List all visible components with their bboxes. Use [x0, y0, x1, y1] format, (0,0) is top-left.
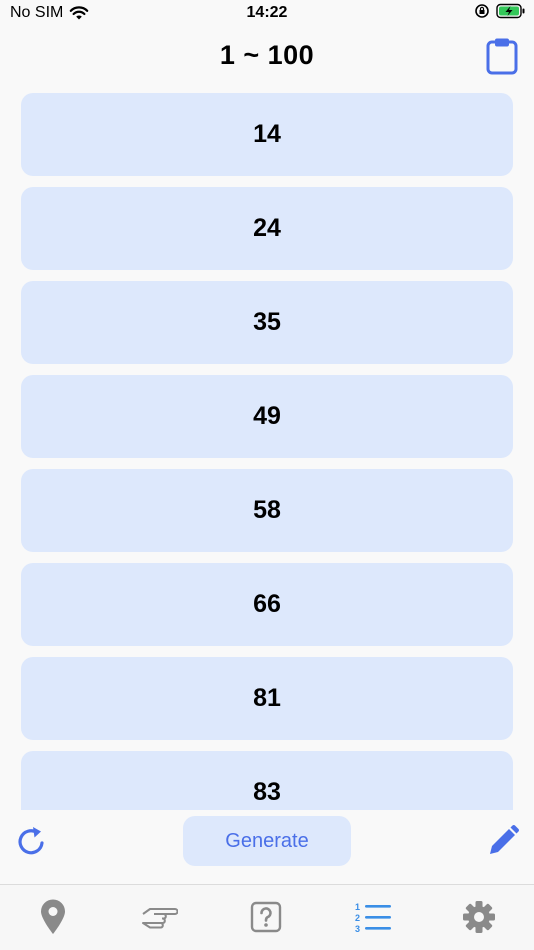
result-item[interactable]: 83: [21, 751, 513, 810]
result-item[interactable]: 14: [21, 93, 513, 176]
tab-question[interactable]: [246, 897, 286, 937]
battery-charging-icon: [496, 3, 525, 19]
tab-bar: 1 2 3: [0, 884, 534, 950]
location-pin-icon: [41, 899, 65, 934]
generate-button[interactable]: Generate: [183, 816, 351, 866]
tab-location[interactable]: [33, 897, 73, 937]
result-item[interactable]: 81: [21, 657, 513, 740]
status-right: [474, 3, 526, 19]
result-item[interactable]: 58: [21, 469, 513, 552]
edit-button[interactable]: [486, 824, 520, 858]
refresh-icon: [18, 827, 44, 855]
pencil-icon: [490, 825, 519, 854]
status-bar: No SIM 14:22: [0, 0, 534, 28]
result-item[interactable]: 66: [21, 563, 513, 646]
page-title: 1 ~ 100: [219, 40, 315, 70]
clipboard-icon: [486, 38, 518, 75]
pointing-hand-icon: [142, 908, 178, 929]
tab-list[interactable]: 1 2 3: [353, 897, 393, 937]
svg-text:1: 1: [355, 902, 360, 912]
result-item[interactable]: 49: [21, 375, 513, 458]
tab-settings[interactable]: [459, 897, 499, 937]
refresh-button[interactable]: [16, 824, 48, 858]
status-time: 14:22: [246, 4, 288, 21]
copy-to-clipboard-button[interactable]: [486, 37, 518, 75]
result-item[interactable]: 35: [21, 281, 513, 364]
svg-text:3: 3: [355, 924, 360, 933]
result-item[interactable]: 24: [21, 187, 513, 270]
result-list[interactable]: 14 24 35 49 58 66 81 83: [21, 93, 513, 810]
action-toolbar: Generate: [0, 810, 534, 884]
svg-text:2: 2: [355, 913, 360, 923]
nav-bar: 1 ~ 100: [0, 30, 534, 86]
orientation-lock-icon: [475, 4, 489, 18]
tab-tap[interactable]: [139, 897, 179, 937]
gear-icon: [463, 901, 495, 933]
numbered-list-icon: 1 2 3: [355, 902, 391, 933]
question-box-icon: [250, 901, 282, 933]
